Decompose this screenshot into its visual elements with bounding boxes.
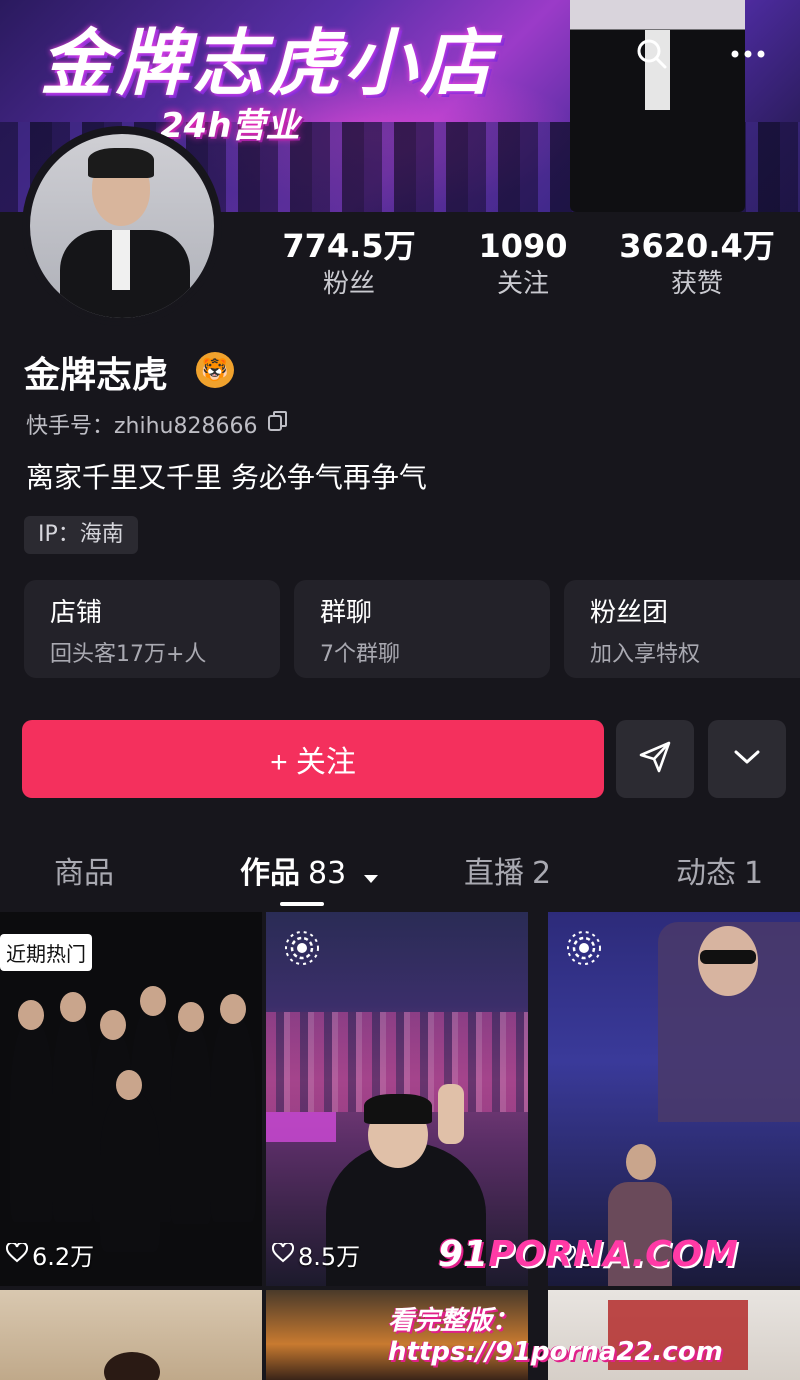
tiger-emoji-icon: 🐯 xyxy=(196,352,234,388)
expand-button[interactable] xyxy=(708,720,786,798)
follow-button-label: + 关注 xyxy=(270,746,356,779)
watermark-logo-number: 91 xyxy=(438,1234,489,1275)
avatar[interactable] xyxy=(22,126,222,326)
heart-icon xyxy=(271,1241,295,1269)
card-shop[interactable]: 店铺 回头客17万+人 xyxy=(24,580,280,678)
tab-works[interactable]: 作品 83 xyxy=(240,848,379,892)
banner-subtitle: 24h营业 xyxy=(160,106,300,146)
stat-likes[interactable]: 3620.4万 获赞 xyxy=(612,226,782,302)
user-id: 快手号：zhihu828666 xyxy=(26,408,289,440)
stat-followers[interactable]: 774.5万 粉丝 xyxy=(264,226,434,302)
stat-following[interactable]: 1090 关注 xyxy=(438,226,608,302)
live-icon xyxy=(285,931,319,965)
copy-icon[interactable] xyxy=(267,410,289,438)
share-button[interactable] xyxy=(616,720,694,798)
video-thumbnail[interactable] xyxy=(0,1290,262,1380)
ip-location-tag: IP：海南 xyxy=(24,516,138,554)
tab-label: 直播 xyxy=(464,856,524,891)
stat-value: 1090 xyxy=(478,227,568,265)
stat-label: 关注 xyxy=(496,269,549,299)
card-title: 粉丝团 xyxy=(590,598,669,628)
like-count-text: 6.2万 xyxy=(32,1243,95,1271)
tab-label: 商品 xyxy=(54,856,114,891)
watermark-logo-text: PORNA.COM xyxy=(488,1234,738,1275)
tab-count: 2 xyxy=(532,856,552,891)
live-icon xyxy=(567,931,601,965)
banner-person-image xyxy=(570,0,745,212)
video-thumbnail[interactable]: 8.5万 xyxy=(266,912,528,1286)
card-subtitle: 加入享特权 xyxy=(590,642,701,667)
stat-value: 774.5万 xyxy=(282,227,416,265)
card-title: 店铺 xyxy=(50,598,103,628)
card-title: 群聊 xyxy=(320,598,373,628)
tab-active-indicator xyxy=(280,902,324,906)
stat-value: 3620.4万 xyxy=(619,227,775,265)
send-icon xyxy=(637,739,673,779)
follow-button[interactable]: + 关注 xyxy=(22,720,604,798)
tab-products[interactable]: 商品 xyxy=(54,848,114,892)
search-icon[interactable] xyxy=(632,34,672,74)
watermark-url: 看完整版：https://91porna22.com xyxy=(388,1306,723,1367)
card-subtitle: 回头客17万+人 xyxy=(50,642,207,667)
like-count-text: 8.5万 xyxy=(298,1243,361,1271)
caret-down-icon xyxy=(363,857,379,892)
stat-label: 粉丝 xyxy=(322,269,375,299)
user-id-text: 快手号：zhihu828666 xyxy=(26,414,258,439)
chevron-down-icon xyxy=(732,748,762,770)
like-count: 6.2万 xyxy=(5,1237,95,1272)
watermark-logo: 91PORNA.COM xyxy=(438,1234,738,1275)
video-thumbnail[interactable]: 近期热门 6.2万 xyxy=(0,912,262,1286)
card-fan-club[interactable]: 粉丝团 加入享特权 xyxy=(564,580,800,678)
tab-count: 83 xyxy=(308,856,347,891)
card-group-chat[interactable]: 群聊 7个群聊 xyxy=(294,580,550,678)
card-subtitle: 7个群聊 xyxy=(320,642,400,667)
more-icon[interactable] xyxy=(728,34,768,74)
banner-title: 金牌志虎小店 xyxy=(40,21,497,105)
hot-badge: 近期热门 xyxy=(0,934,92,971)
tab-label: 作品 xyxy=(240,856,300,891)
heart-icon xyxy=(5,1241,29,1269)
profile-name: 金牌志虎 xyxy=(24,355,169,396)
tab-live[interactable]: 直播 2 xyxy=(464,848,551,892)
tab-label: 动态 xyxy=(676,856,736,891)
tab-count: 1 xyxy=(744,856,764,891)
like-count: 8.5万 xyxy=(271,1237,361,1272)
profile-bio: 离家千里又千里 务必争气再争气 xyxy=(26,461,427,494)
tab-moments[interactable]: 动态 1 xyxy=(676,848,763,892)
stat-label: 获赞 xyxy=(670,269,723,299)
video-thumbnail[interactable]: 5. xyxy=(548,912,800,1286)
